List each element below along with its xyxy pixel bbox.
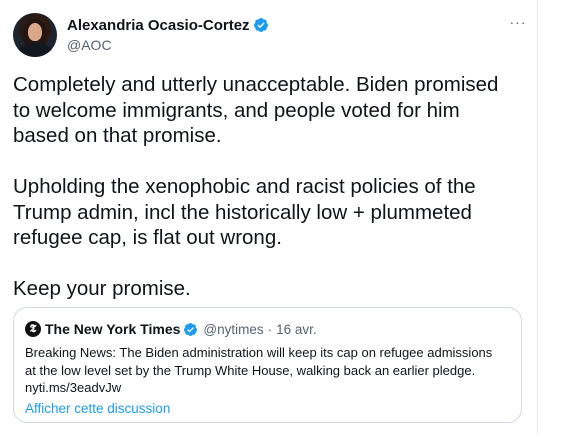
author-info: Alexandria Ocasio-Cortez @AOC [67,15,269,53]
author-avatar[interactable] [13,13,57,57]
more-horizontal-icon[interactable]: ··· [508,15,528,31]
quoted-tweet[interactable]: 𝕿 The New York Times @nytimes · 16 avr. … [13,307,522,423]
quoted-separator: · [267,321,273,337]
author-display-name[interactable]: Alexandria Ocasio-Cortez [67,17,250,34]
author-handle[interactable]: @AOC [67,37,269,53]
tweet-card: Alexandria Ocasio-Cortez @AOC ··· Comple… [0,0,538,435]
quoted-tweet-header: 𝕿 The New York Times @nytimes · 16 avr. [25,320,317,338]
nyt-logo-icon: 𝕿 [25,321,41,337]
tweet-header: Alexandria Ocasio-Cortez @AOC ··· [13,13,528,57]
quoted-author-name: The New York Times [45,321,181,337]
avatar-face [28,23,42,41]
quoted-tweet-text: Breaking News: The Biden administration … [25,345,493,395]
show-thread-link[interactable]: Afficher cette discussion [25,401,170,416]
verified-badge-icon [184,322,198,336]
verified-badge-icon [253,18,268,32]
author-name-row: Alexandria Ocasio-Cortez [67,15,269,35]
avatar-shoulders [17,43,53,57]
tweet-text: Completely and utterly unacceptable. Bid… [13,73,499,300]
quoted-date[interactable]: 16 avr. [276,322,317,337]
quoted-author-handle: @nytimes [203,321,264,337]
